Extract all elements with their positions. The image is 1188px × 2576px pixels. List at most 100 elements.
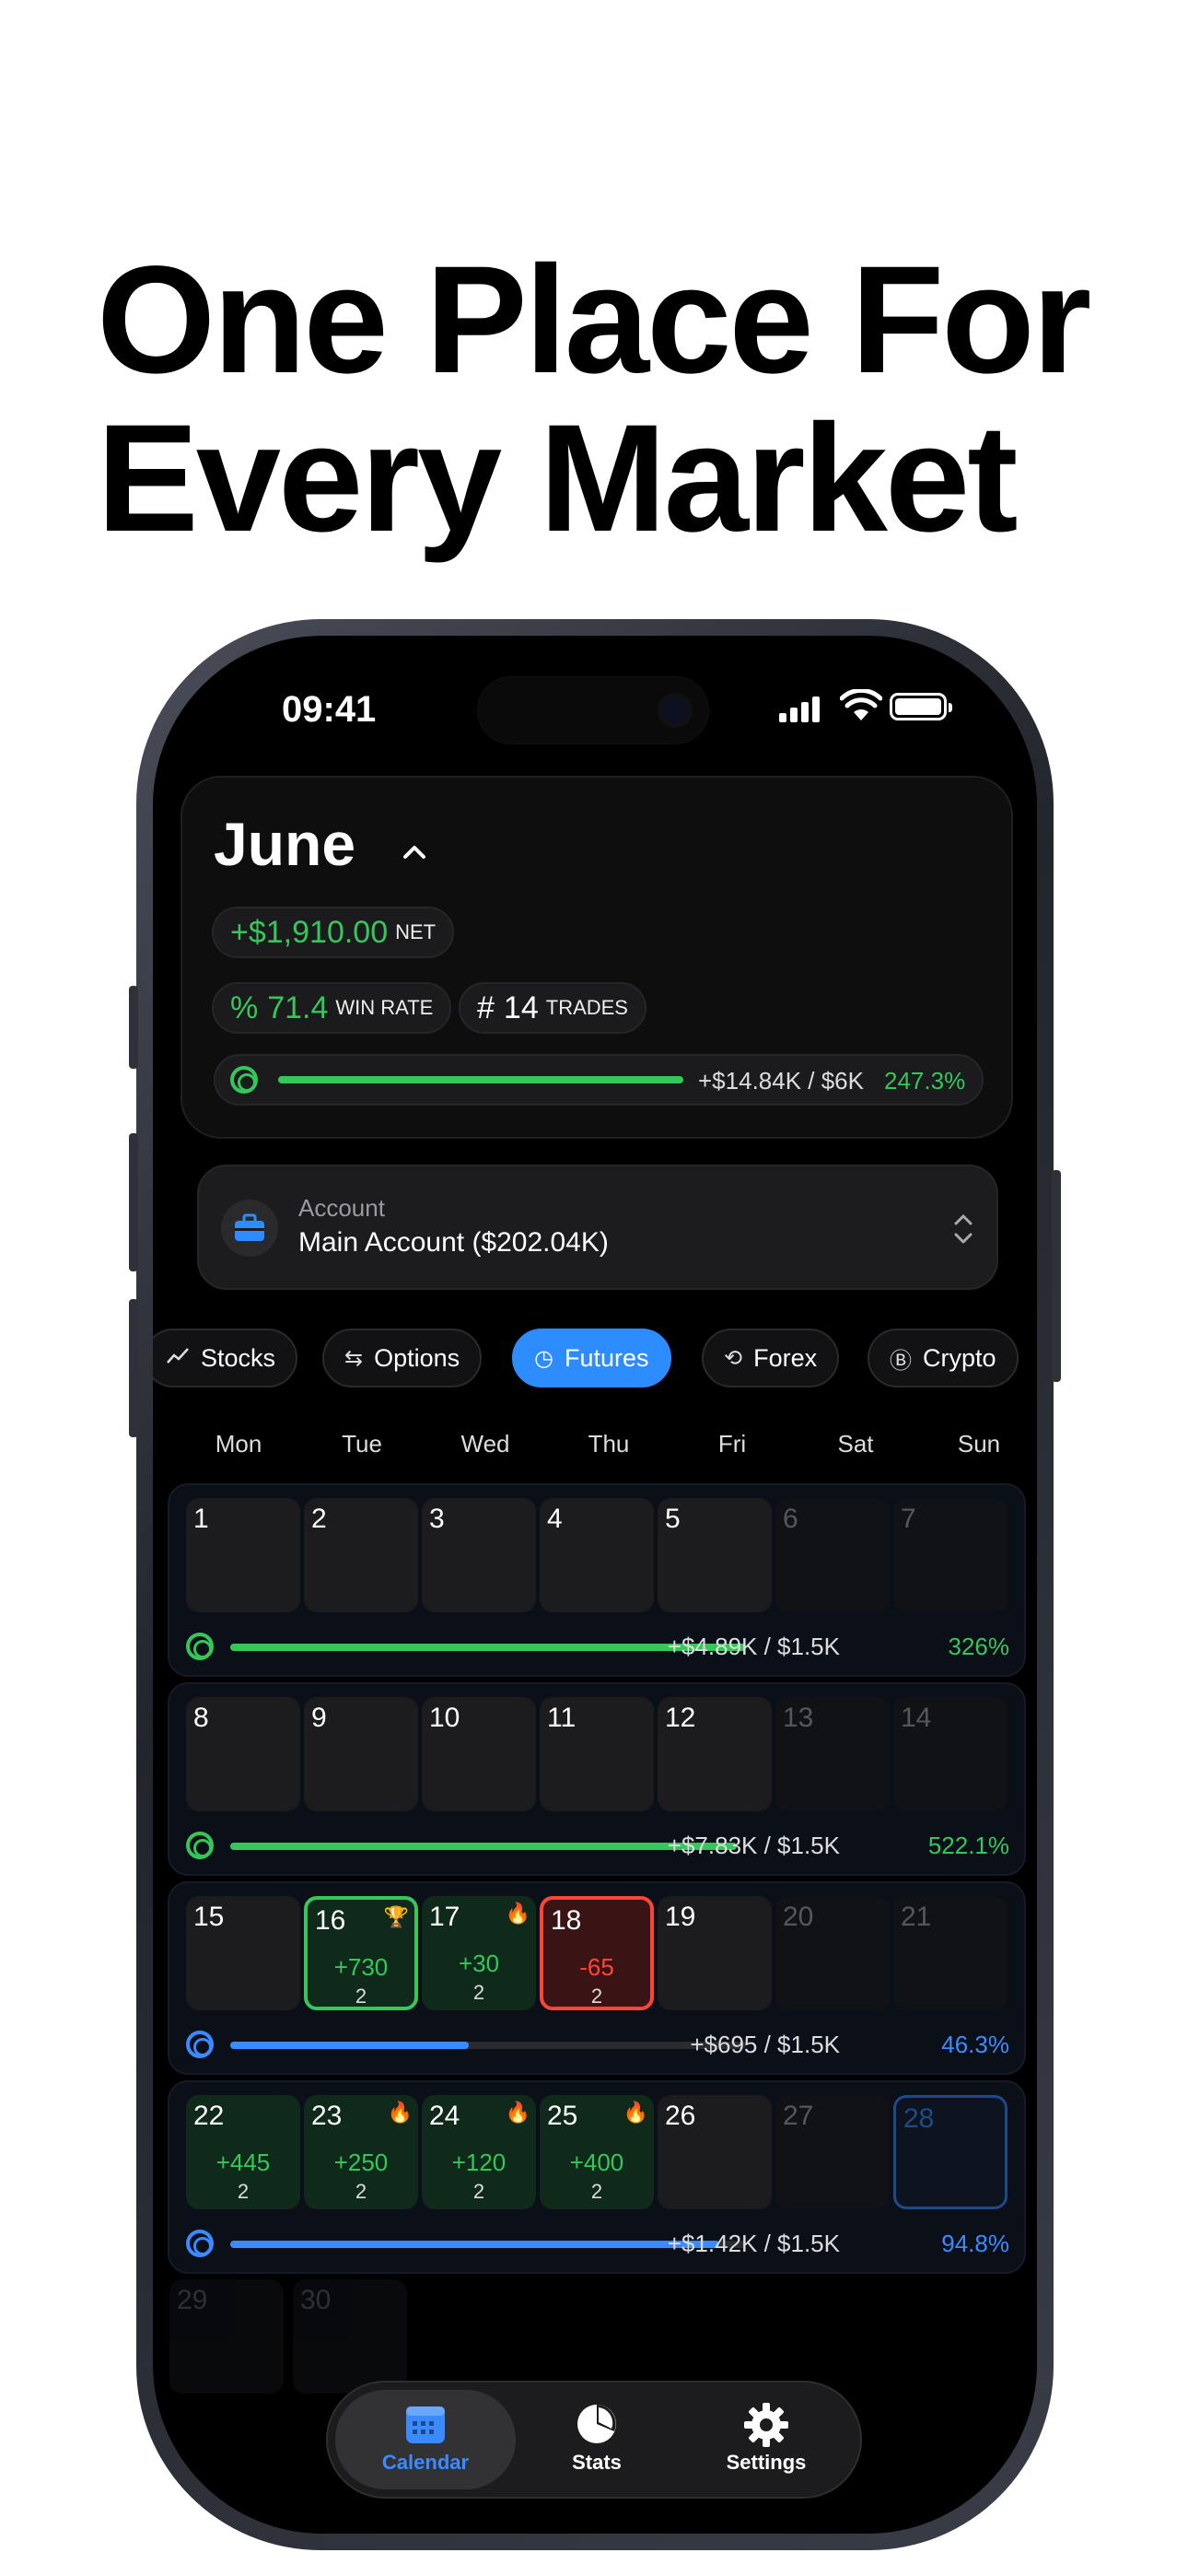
day-number: 18 (551, 1905, 582, 1936)
calendar-day[interactable]: 4 (540, 1498, 654, 1612)
day-number: 23 (311, 2101, 343, 2131)
weekday-thu: Thu (588, 1430, 630, 1458)
day-trade-count: 2 (355, 1985, 367, 2008)
target-icon (230, 1066, 258, 1094)
calendar-day[interactable]: 2 (304, 1498, 418, 1612)
trades-label: TRADES (545, 996, 628, 1019)
win-rate-pill: % 71.4 WIN RATE (212, 982, 452, 1034)
market-chip-label: Futures (564, 1343, 649, 1372)
day-number: 17 (429, 1902, 460, 1932)
calendar-day[interactable]: 18 -65 2 (540, 1896, 654, 2010)
day-pnl: +445 (215, 2149, 271, 2176)
calendar-day[interactable]: 7 (893, 1498, 1007, 1612)
calendar-day[interactable]: 23 🔥 +250 2 (304, 2095, 418, 2209)
headline: One Place For Every Market (97, 241, 1156, 558)
calendar-day[interactable]: 6 (775, 1498, 890, 1612)
calendar-day[interactable]: 17 🔥 +30 2 (422, 1896, 536, 2010)
day-number: 10 (429, 1703, 460, 1733)
month-title[interactable]: June (214, 809, 355, 879)
day-number: 20 (783, 1902, 814, 1932)
day-number: 16 (315, 1905, 346, 1936)
status-bar: 09:41 (153, 636, 1037, 783)
calendar-day[interactable]: 8 (186, 1697, 300, 1811)
tab-stats[interactable]: Stats (507, 2390, 687, 2489)
day-trade-count: 2 (237, 2180, 250, 2203)
calendar-day[interactable]: 11 (540, 1697, 654, 1811)
day-number: 28 (903, 2103, 935, 2134)
day-trade-count: 2 (472, 1981, 485, 2004)
monthly-goal-row: +$14.84K / $6K 247.3% (214, 1054, 984, 1106)
weekly-goal-pct: 326% (948, 1633, 1010, 1660)
calendar-day[interactable]: 22 +445 2 (186, 2095, 300, 2209)
weekly-goal-fill (230, 2241, 719, 2248)
power-button (1052, 1170, 1061, 1382)
phone-screen: 09:41 June +$1,910.00 NET % 71.4 WIN RAT… (153, 636, 1037, 2534)
calendar-day[interactable]: 9 (304, 1697, 418, 1811)
weekday-fri: Fri (717, 1430, 747, 1458)
market-chip-forex[interactable]: ⟲ Forex (702, 1329, 840, 1388)
calendar-day[interactable]: 3 (422, 1498, 536, 1612)
account-label: Account (298, 1194, 385, 1222)
win-rate-symbol: % (230, 989, 259, 1025)
weekly-goal-text: +$1.42K / $1.5K (667, 2230, 840, 2257)
calendar-day[interactable]: 25 🔥 +400 2 (540, 2095, 654, 2209)
calendar-day[interactable]: 14 (893, 1697, 1007, 1811)
action-button (129, 986, 138, 1069)
headline-line-2: Every Market (97, 393, 1019, 564)
market-chip-options[interactable]: ⇆ Options (322, 1329, 483, 1388)
day-number: 13 (783, 1703, 814, 1733)
tab-settings[interactable]: Settings (676, 2390, 856, 2489)
bitcoin-icon: Ⓑ (890, 1348, 912, 1374)
monthly-goal-text: +$14.84K / $6K (698, 1067, 864, 1095)
calendar-day[interactable]: 29 (169, 2279, 284, 2394)
market-chip-stocks[interactable]: Stocks (153, 1329, 298, 1388)
calendar-day[interactable]: 16 🏆 +730 2 (304, 1896, 418, 2010)
target-icon (186, 1832, 214, 1859)
calendar-day[interactable]: 24 🔥 +120 2 (422, 2095, 536, 2209)
day-number: 12 (665, 1703, 696, 1733)
tab-calendar[interactable]: Calendar (335, 2390, 516, 2489)
account-selector[interactable]: Account Main Account ($202.04K) (197, 1165, 998, 1290)
weekly-goal-fill (230, 2042, 470, 2049)
calendar-day[interactable]: 28 (893, 2095, 1007, 2209)
day-pnl: -65 (579, 1953, 614, 1981)
calendar-day[interactable]: 20 (775, 1896, 890, 2010)
net-pill: +$1,910.00 NET (212, 907, 455, 958)
calendar-day[interactable]: 27 (775, 2095, 890, 2209)
headline-line-1: One Place For (97, 235, 1091, 405)
fire-icon: 🔥 (505, 1902, 530, 1925)
fire-icon: 🔥 (387, 2101, 413, 2124)
day-pnl: +120 (451, 2149, 507, 2176)
calendar-day[interactable]: 13 (775, 1697, 890, 1811)
weekly-goal-text: +$7.83K / $1.5K (667, 1832, 840, 1859)
calendar-day[interactable]: 30 (293, 2279, 407, 2394)
calendar-day[interactable]: 1 (186, 1498, 300, 1612)
market-chip-futures[interactable]: ◷ Futures (512, 1329, 671, 1388)
calendar-day[interactable]: 12 (658, 1697, 772, 1811)
calendar-icon (335, 2401, 516, 2451)
calendar-day[interactable]: 15 (186, 1896, 300, 2010)
tab-label: Stats (572, 2451, 622, 2474)
chevron-up-down-icon (954, 1214, 973, 1244)
calendar-day[interactable]: 5 (658, 1498, 772, 1612)
day-trade-count: 2 (590, 2180, 603, 2203)
win-rate-label: WIN RATE (335, 996, 434, 1019)
market-chip-label: Stocks (201, 1343, 276, 1372)
market-chip-crypto[interactable]: Ⓑ Crypto (868, 1329, 1019, 1388)
weekly-goal-track (230, 2042, 746, 2049)
monthly-goal-pct: 247.3% (884, 1067, 966, 1095)
day-trade-count: 2 (355, 2180, 367, 2203)
weekly-goal-pct: 522.1% (927, 1832, 1009, 1859)
chevron-up-icon[interactable] (400, 837, 429, 866)
target-icon (186, 2230, 214, 2257)
day-trade-count: 2 (590, 1985, 603, 2008)
day-number: 6 (783, 1504, 798, 1534)
calendar-day[interactable]: 10 (422, 1697, 536, 1811)
trades-value: 14 (503, 989, 539, 1025)
calendar-day[interactable]: 19 (658, 1896, 772, 2010)
calendar-day[interactable]: 21 (893, 1896, 1007, 2010)
trades-pill: # 14 TRADES (459, 982, 646, 1034)
tab-label: Settings (726, 2451, 807, 2474)
day-number: 9 (311, 1703, 327, 1733)
calendar-day[interactable]: 26 (658, 2095, 772, 2209)
